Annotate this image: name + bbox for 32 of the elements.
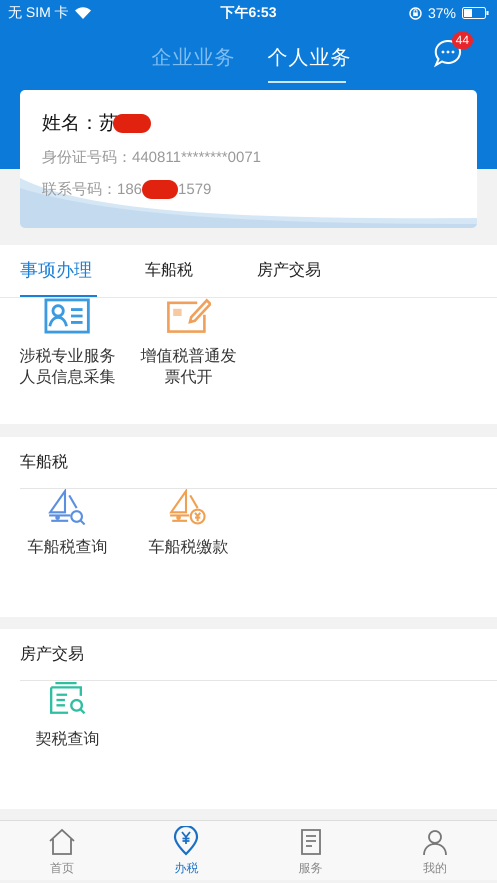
id-number-label: 身份证号码： [42,148,132,166]
user-icon [420,828,449,856]
rotation-lock-icon [408,6,422,20]
message-count-badge: 44 [452,32,473,49]
wifi-icon [74,7,91,19]
sailboat-search-icon [47,489,88,525]
yen-pin-icon [173,826,200,856]
id-number-value: 440811********0071 [132,148,262,166]
category-tab[interactable]: 车船税 [145,245,209,297]
service-item[interactable]: 涉税专业服务人员信息采集 [7,298,128,424]
phone-suffix: 1579 [178,180,212,198]
nav-tab[interactable]: 办税 [124,821,248,880]
service-item[interactable]: 契税查询 [7,681,128,809]
battery-percent: 37% [428,5,456,21]
battery-icon [462,7,489,19]
home-icon [48,828,76,856]
document-search-icon [48,681,87,717]
phone-label: 联系号码： [42,180,117,198]
clock-time: 下午6:53 [220,4,277,22]
carrier-label: 无 SIM 卡 [8,4,69,22]
section-title: 房产交易 [20,644,84,665]
category-tab[interactable]: 事项办理 [20,245,97,297]
service-item[interactable]: 增值税普通发票代开 [128,298,249,424]
category-tab[interactable]: 房产交易 [257,245,321,297]
service-item[interactable]: 车船税查询 [7,489,128,617]
id-card-icon [44,298,91,334]
phone-prefix: 186 [117,180,142,198]
service-item[interactable]: 车船税缴款 [128,489,249,617]
section-title: 车船税 [20,452,68,473]
redaction-mark [142,180,178,198]
invoice-pen-icon [166,298,212,334]
name-label: 姓名： [42,112,99,136]
